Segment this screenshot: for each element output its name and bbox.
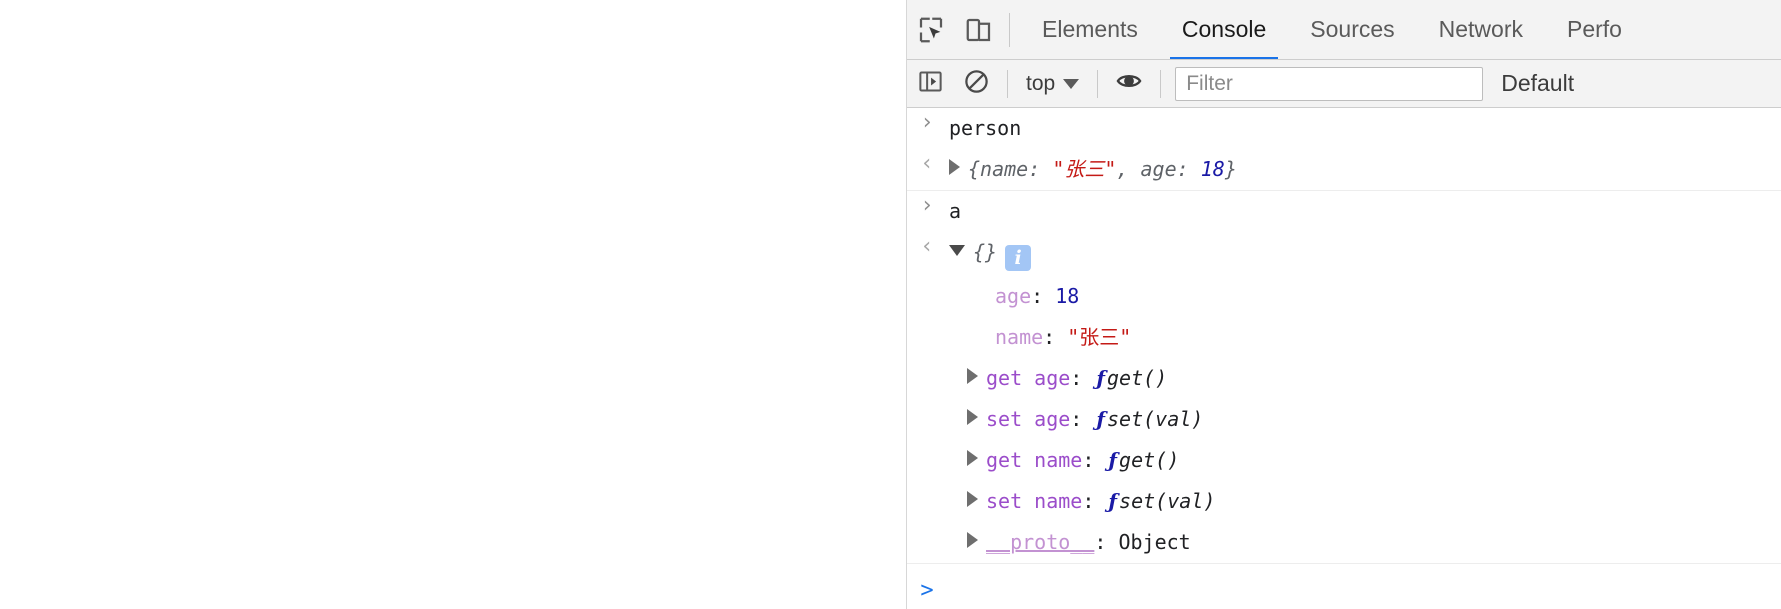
tab-sources-label: Sources bbox=[1310, 16, 1395, 42]
object-property-age: age: 18 bbox=[995, 284, 1080, 308]
toolbar-divider-3 bbox=[1097, 69, 1099, 98]
console-output-gutter: ‹ bbox=[907, 232, 947, 258]
property-gutter bbox=[907, 317, 947, 321]
console-output-gutter: ‹ bbox=[907, 149, 947, 175]
log-level-label: Default bbox=[1501, 70, 1575, 96]
function-symbol-icon: ƒ bbox=[1108, 448, 1118, 472]
toolbar-divider-4 bbox=[1160, 69, 1162, 98]
expand-triangle-icon[interactable] bbox=[967, 450, 978, 466]
devtools-panel: Elements Console Sources Network Perfo t… bbox=[907, 0, 1781, 609]
object-property-row[interactable]: age: 18 bbox=[907, 276, 1781, 317]
expand-triangle-icon[interactable] bbox=[949, 159, 960, 175]
clear-console-button[interactable] bbox=[953, 61, 999, 107]
tab-network[interactable]: Network bbox=[1417, 0, 1545, 59]
chevron-down-icon bbox=[1063, 78, 1080, 89]
console-prompt-caret-icon: > bbox=[920, 577, 934, 603]
info-badge-icon[interactable]: i bbox=[1005, 245, 1032, 271]
output-arrow-icon: ‹ bbox=[920, 234, 934, 259]
inspect-element-button[interactable] bbox=[907, 6, 955, 54]
console-prompt-input[interactable] bbox=[947, 575, 1781, 605]
tab-elements-label: Elements bbox=[1042, 16, 1138, 42]
property-gutter bbox=[907, 440, 947, 444]
object-property-proto[interactable]: __proto__: Object bbox=[947, 522, 1781, 563]
property-gutter bbox=[907, 522, 947, 526]
object-property-set-age[interactable]: set age: ƒ set(val) bbox=[947, 399, 1781, 440]
tab-console-label: Console bbox=[1181, 16, 1267, 42]
eye-icon bbox=[1115, 67, 1143, 100]
console-input-row[interactable]: › a bbox=[907, 191, 1781, 232]
clear-console-icon bbox=[963, 68, 990, 100]
browser-window: Elements Console Sources Network Perfo t… bbox=[0, 0, 1781, 609]
console-input-gutter: › bbox=[907, 191, 947, 217]
console-sidebar-icon bbox=[917, 68, 944, 100]
input-caret-icon: › bbox=[920, 110, 934, 135]
output-arrow-icon: ‹ bbox=[920, 151, 934, 176]
live-expression-button[interactable] bbox=[1106, 61, 1152, 107]
property-gutter bbox=[907, 276, 947, 280]
console-input-row[interactable]: › person bbox=[907, 108, 1781, 149]
object-property-row[interactable]: set name: ƒ set(val) bbox=[907, 481, 1781, 522]
object-property-row[interactable]: get name: ƒ get() bbox=[907, 440, 1781, 481]
object-property-get-name[interactable]: get name: ƒ get() bbox=[947, 440, 1781, 481]
property-gutter bbox=[907, 481, 947, 485]
web-page-viewport[interactable] bbox=[0, 0, 907, 609]
log-level-selector[interactable]: Default bbox=[1501, 70, 1574, 97]
console-output-row[interactable]: ‹ {} i bbox=[907, 232, 1781, 276]
console-prompt-row[interactable]: > bbox=[907, 564, 1781, 609]
object-property-row[interactable]: set age: ƒ set(val) bbox=[907, 399, 1781, 440]
object-property-name: name: "张三" bbox=[995, 325, 1132, 349]
tab-network-label: Network bbox=[1438, 16, 1523, 42]
function-symbol-icon: ƒ bbox=[1096, 366, 1105, 390]
input-caret-icon: › bbox=[920, 193, 934, 218]
expand-triangle-icon[interactable] bbox=[967, 409, 978, 425]
toolbar-divider-2 bbox=[1007, 69, 1008, 98]
console-sidebar-toggle-button[interactable] bbox=[907, 61, 953, 107]
tab-elements[interactable]: Elements bbox=[1020, 0, 1160, 59]
execution-context-label: top bbox=[1026, 71, 1056, 95]
toolbar-divider bbox=[1009, 12, 1010, 47]
console-object-preview[interactable]: {name: "张三", age: 18} bbox=[947, 149, 1781, 190]
tab-performance[interactable]: Perfo bbox=[1545, 0, 1644, 59]
console-filter-input[interactable]: Filter bbox=[1175, 66, 1484, 101]
tab-performance-label: Perfo bbox=[1567, 16, 1622, 42]
expand-triangle-icon[interactable] bbox=[967, 532, 978, 548]
property-gutter bbox=[907, 358, 947, 362]
object-property-row[interactable]: name: "张三" bbox=[907, 317, 1781, 358]
console-input-expression: a bbox=[949, 199, 962, 223]
property-gutter bbox=[907, 399, 947, 403]
tab-console[interactable]: Console bbox=[1160, 0, 1288, 59]
devtools-tabbar: Elements Console Sources Network Perfo bbox=[907, 0, 1781, 60]
console-message-list[interactable]: › person ‹ {name: "张三", age: 18} › a ‹ {… bbox=[907, 108, 1781, 609]
console-output-row[interactable]: ‹ {name: "张三", age: 18} bbox=[907, 149, 1781, 191]
console-filter-placeholder: Filter bbox=[1186, 71, 1233, 95]
function-symbol-icon: ƒ bbox=[1096, 407, 1105, 431]
device-toolbar-button[interactable] bbox=[955, 6, 1003, 54]
collapse-triangle-icon[interactable] bbox=[949, 245, 965, 256]
object-property-row[interactable]: __proto__: Object bbox=[907, 522, 1781, 564]
function-symbol-icon: ƒ bbox=[1108, 489, 1118, 513]
expand-triangle-icon[interactable] bbox=[967, 368, 978, 384]
console-input-gutter: › bbox=[907, 108, 947, 134]
console-filter-toolbar: top Filter Default bbox=[907, 60, 1781, 108]
object-property-set-name[interactable]: set name: ƒ set(val) bbox=[947, 481, 1781, 522]
console-input-expression: person bbox=[949, 116, 1022, 140]
tab-sources[interactable]: Sources bbox=[1288, 0, 1416, 59]
console-expanded-object[interactable]: {} i bbox=[947, 232, 1781, 276]
inspect-element-icon bbox=[916, 15, 946, 45]
device-toolbar-icon bbox=[964, 15, 994, 45]
object-property-row[interactable]: get age: ƒ get() bbox=[907, 358, 1781, 399]
execution-context-selector[interactable]: top bbox=[1016, 67, 1089, 101]
object-property-get-age[interactable]: get age: ƒ get() bbox=[947, 358, 1781, 399]
expand-triangle-icon[interactable] bbox=[967, 491, 978, 507]
